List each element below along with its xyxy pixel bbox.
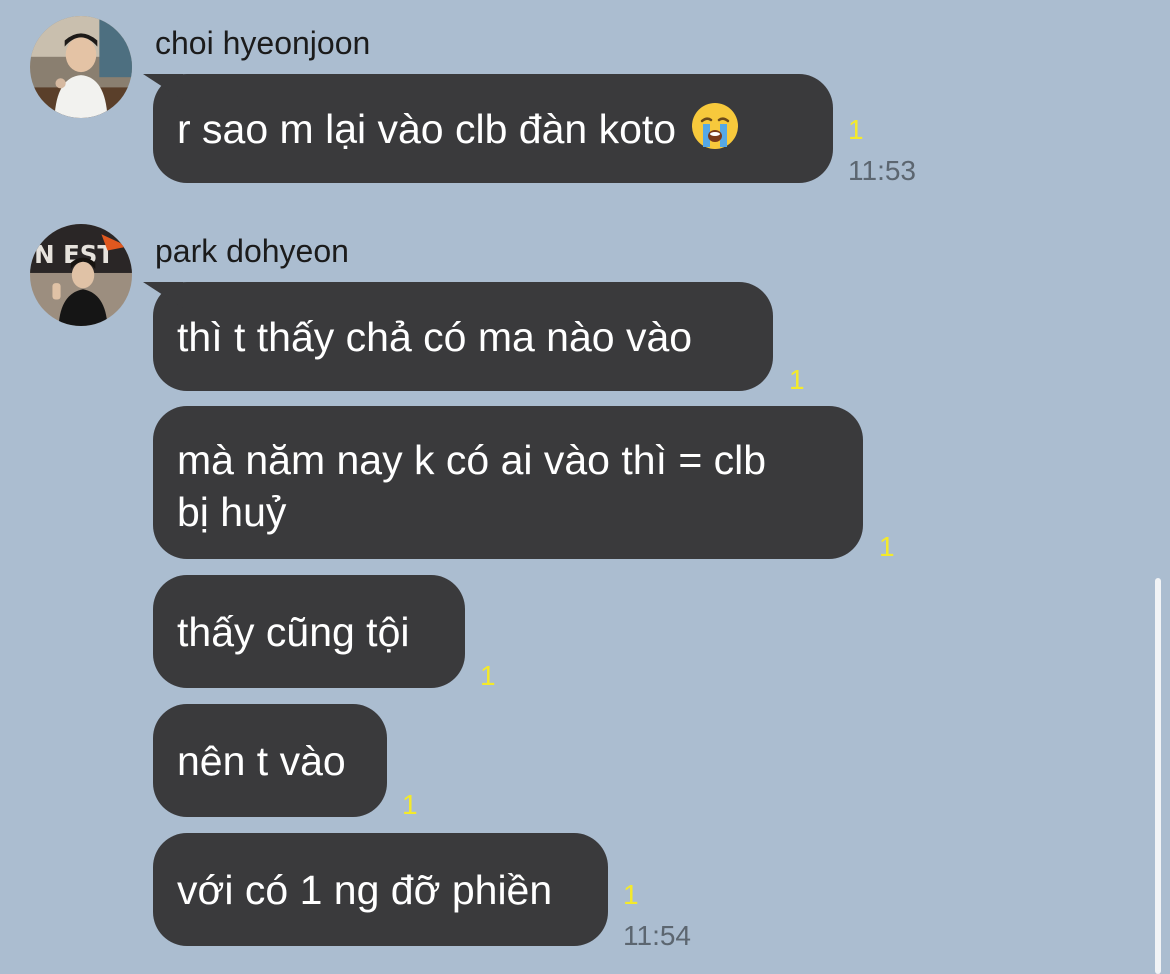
unread-count: 1 <box>789 364 805 395</box>
unread-count: 1 <box>848 114 864 145</box>
message-bubble[interactable]: thấy cũng tội <box>153 575 465 688</box>
scrollbar[interactable] <box>1155 578 1161 974</box>
unread-count: 1 <box>402 789 418 820</box>
message-text: với có 1 ng đỡ phiền <box>177 866 553 913</box>
message-bubble[interactable]: nên t vào <box>153 704 387 817</box>
message-text: mà năm nay k có ai vào thì = clb bị huỷ <box>177 437 767 535</box>
unread-count: 1 <box>480 660 496 691</box>
message-bubble[interactable]: r sao m lại vào clb đàn koto <box>153 74 833 183</box>
message-bubble[interactable]: với có 1 ng đỡ phiền <box>153 833 608 946</box>
avatar-choi-hyeonjoon[interactable] <box>30 16 132 118</box>
message-bubble[interactable]: thì t thấy chả có ma nào vào <box>153 282 773 391</box>
loudly-crying-face-icon <box>690 101 740 151</box>
timestamp: 11:53 <box>848 155 916 186</box>
sender-name: choi hyeonjoon <box>155 25 371 61</box>
message-text: thấy cũng tội <box>177 608 410 655</box>
message-text: nên t vào <box>177 737 346 784</box>
avatar-park-dohyeon[interactable]: N EST <box>30 224 132 326</box>
message-bubble[interactable]: mà năm nay k có ai vào thì = clb bị huỷ <box>153 406 863 559</box>
sender-name: park dohyeon <box>155 233 349 269</box>
unread-count: 1 <box>623 879 639 910</box>
timestamp: 11:54 <box>623 920 691 951</box>
unread-count: 1 <box>879 531 895 562</box>
message-text: r sao m lại vào clb đàn koto <box>177 105 677 152</box>
message-text: thì t thấy chả có ma nào vào <box>177 313 693 360</box>
